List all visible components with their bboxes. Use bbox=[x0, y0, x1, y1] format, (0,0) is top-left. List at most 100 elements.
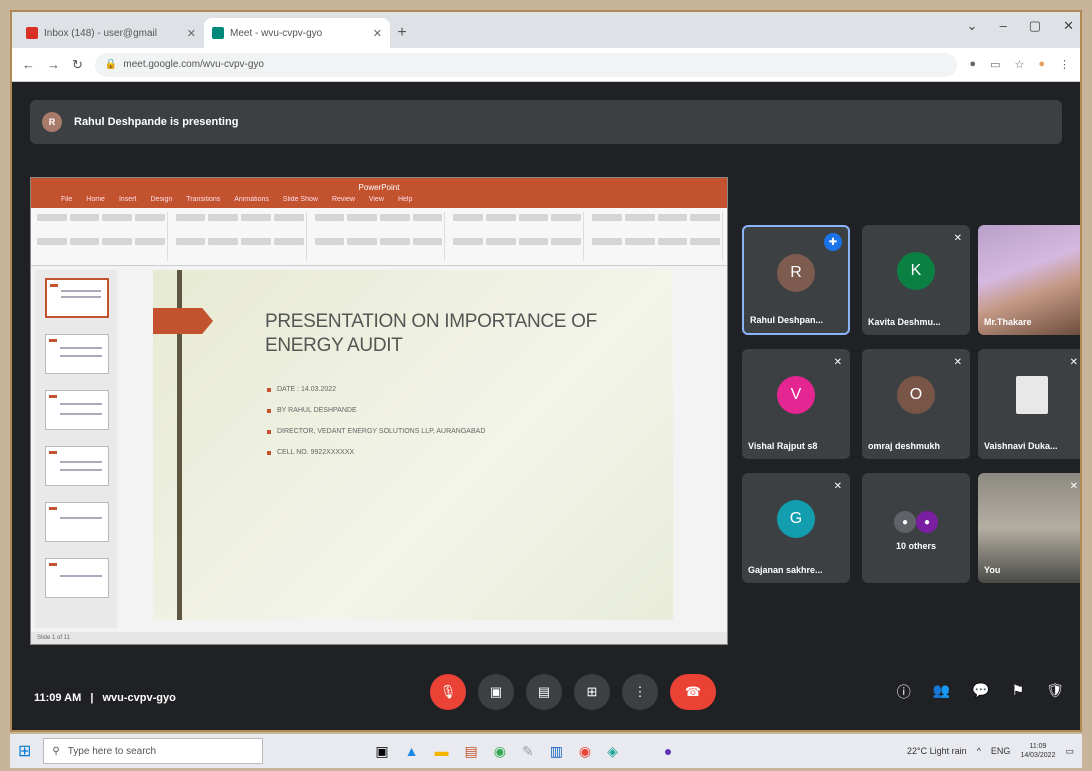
shared-screen: PowerPoint File Home Insert Design Trans… bbox=[30, 177, 728, 645]
back-icon[interactable]: ← bbox=[22, 57, 35, 72]
weather-text[interactable]: 22°C Light rain bbox=[907, 746, 967, 756]
activities-icon[interactable]: ⚑ bbox=[1012, 682, 1025, 702]
participant-tile[interactable]: ✚ R Rahul Deshpan... bbox=[742, 225, 850, 335]
language-indicator[interactable]: ENG bbox=[991, 746, 1011, 756]
forward-icon[interactable]: → bbox=[47, 57, 60, 72]
participant-name: Rahul Deshpan... bbox=[750, 315, 824, 325]
menu-icon[interactable]: ⋮ bbox=[1059, 58, 1070, 71]
clock-time: 11:09 bbox=[1029, 743, 1047, 750]
tab-meet[interactable]: Meet - wvu-cvpv-gyo ✕ bbox=[204, 18, 390, 48]
mic-off-icon: 🎙 bbox=[439, 684, 457, 699]
reload-icon[interactable]: ↻ bbox=[72, 57, 83, 73]
participant-tile[interactable]: ✕ G Gajanan sakhre... bbox=[742, 473, 850, 583]
tab-title: Inbox (148) - user@gmail bbox=[44, 27, 157, 39]
participant-name: Kavita Deshmu... bbox=[868, 317, 941, 327]
ppt-menu-item: Help bbox=[397, 196, 413, 203]
ribbon-group bbox=[313, 212, 446, 261]
participant-tile[interactable]: ✕ O omraj deshmukh bbox=[862, 349, 970, 459]
info-icon[interactable]: ⓘ bbox=[897, 682, 911, 702]
new-tab-button[interactable]: + bbox=[390, 18, 414, 48]
file-explorer-icon[interactable]: ▬ bbox=[435, 743, 449, 760]
meeting-time: 11:09 AM bbox=[34, 692, 82, 704]
captions-button[interactable]: ▤ bbox=[526, 674, 562, 710]
ribbon-group bbox=[590, 212, 723, 261]
avatar: R bbox=[42, 112, 62, 132]
more-options-button[interactable]: ⋮ bbox=[622, 674, 658, 710]
meet-icon bbox=[212, 27, 224, 39]
participant-tile[interactable]: ✕ V Vishal Rajput s8 bbox=[742, 349, 850, 459]
meeting-info: 11:09 AM | wvu-cvpv-gyo bbox=[34, 692, 176, 704]
tab-bar: Inbox (148) - user@gmail ✕ Meet - wvu-cv… bbox=[12, 12, 1080, 48]
slide-thumb bbox=[45, 558, 109, 598]
slide-accent-arrow bbox=[153, 308, 213, 334]
pin-icon[interactable]: ✚ bbox=[824, 233, 842, 251]
host-controls-icon[interactable]: 🛡 bbox=[1046, 682, 1064, 702]
presenting-banner: R Rahul Deshpande is presenting bbox=[30, 100, 1062, 144]
ppt-status-text: Slide 1 of 11 bbox=[37, 635, 70, 641]
camera-indicator-icon[interactable]: ● bbox=[969, 58, 976, 71]
ppt-menu-item: Review bbox=[331, 196, 355, 203]
app-icon[interactable]: ● bbox=[664, 743, 672, 760]
chrome-icon[interactable]: ◉ bbox=[579, 743, 591, 760]
word-icon[interactable]: ▥ bbox=[550, 743, 563, 760]
app-icon[interactable]: ◈ bbox=[607, 743, 618, 760]
tab-title: Meet - wvu-cvpv-gyo bbox=[230, 27, 323, 39]
task-view-icon[interactable]: ▣ bbox=[375, 743, 388, 760]
profile-avatar[interactable]: ● bbox=[1038, 58, 1045, 71]
participant-tile[interactable]: Mr.Thakare bbox=[978, 225, 1080, 335]
tab-search-icon[interactable]: ⌄ bbox=[967, 18, 978, 34]
ppt-title-bar: PowerPoint bbox=[31, 178, 727, 196]
ppt-menu: File Home Insert Design Transitions Anim… bbox=[31, 196, 727, 208]
tray-chevron-icon[interactable]: ^ bbox=[977, 746, 981, 756]
leave-call-button[interactable]: ☎ bbox=[670, 674, 716, 710]
camera-toggle-button[interactable]: ▣ bbox=[478, 674, 514, 710]
people-icon[interactable]: 👥 bbox=[933, 682, 950, 702]
participant-tile[interactable]: ✕ Vaishnavi Duka... bbox=[978, 349, 1080, 459]
participant-tile[interactable]: ✕ K Kavita Deshmu... bbox=[862, 225, 970, 335]
meeting-separator: | bbox=[90, 692, 94, 704]
windows-start-icon[interactable]: ⊞ bbox=[18, 741, 31, 761]
avatar: K bbox=[897, 252, 935, 290]
slide-bullet: DATE : 14.03.2022 bbox=[267, 386, 485, 393]
tab-gmail[interactable]: Inbox (148) - user@gmail ✕ bbox=[18, 18, 204, 48]
mic-toggle-button[interactable]: 🎙 bbox=[430, 674, 466, 710]
close-tab-icon[interactable]: ✕ bbox=[187, 27, 196, 40]
participant-name: Vishal Rajput s8 bbox=[748, 441, 818, 451]
camera-icon: ▣ bbox=[489, 684, 503, 699]
ppt-menu-item: View bbox=[368, 196, 384, 203]
taskbar-search[interactable]: ⚲ Type here to search bbox=[43, 738, 264, 764]
avatar: ● bbox=[894, 511, 916, 533]
chrome-icon[interactable]: ◉ bbox=[494, 743, 506, 760]
others-count: 10 others bbox=[895, 541, 937, 551]
mic-muted-icon: ✕ bbox=[1069, 357, 1078, 368]
notification-icon[interactable]: ▭ bbox=[1065, 746, 1074, 757]
avatar: R bbox=[777, 254, 815, 292]
mic-muted-icon: ✕ bbox=[1069, 481, 1078, 492]
presenting-text: Rahul Deshpande is presenting bbox=[74, 116, 239, 128]
participant-name: omraj deshmukh bbox=[868, 441, 941, 451]
present-button[interactable]: ⊞ bbox=[574, 674, 610, 710]
bookmark-star-icon[interactable]: ☆ bbox=[1014, 58, 1024, 71]
mic-muted-icon: ✕ bbox=[833, 481, 842, 492]
minimize-icon[interactable]: – bbox=[1000, 18, 1007, 34]
maximize-icon[interactable]: ▢ bbox=[1029, 18, 1041, 34]
chat-icon[interactable]: 💬 bbox=[972, 682, 989, 702]
avatar: V bbox=[777, 376, 815, 414]
others-tile[interactable]: ● ● 10 others bbox=[862, 473, 970, 583]
slide-bullets: DATE : 14.03.2022 BY RAHUL DESHPANDE DIR… bbox=[267, 386, 485, 470]
more-icon: ⋮ bbox=[633, 684, 647, 699]
self-view-tile[interactable]: ✕ You bbox=[978, 473, 1080, 583]
slide-thumb bbox=[45, 390, 109, 430]
cast-icon[interactable]: ▭ bbox=[990, 58, 1000, 71]
search-icon: ⚲ bbox=[52, 745, 60, 757]
app-icon[interactable]: ▲ bbox=[405, 743, 419, 760]
ppt-menu-item: Slide Show bbox=[282, 196, 318, 203]
others-avatars: ● ● bbox=[894, 511, 938, 533]
file-avatar-icon bbox=[1016, 376, 1048, 414]
clock[interactable]: 11:09 14/03/2022 bbox=[1020, 742, 1055, 760]
close-tab-icon[interactable]: ✕ bbox=[373, 27, 382, 40]
url-field[interactable]: 🔒 meet.google.com/wvu-cvpv-gyo bbox=[94, 52, 958, 77]
app-icon[interactable]: ✎ bbox=[522, 743, 534, 760]
close-window-icon[interactable]: ✕ bbox=[1063, 18, 1074, 34]
powerpoint-icon[interactable]: ▤ bbox=[465, 743, 478, 760]
